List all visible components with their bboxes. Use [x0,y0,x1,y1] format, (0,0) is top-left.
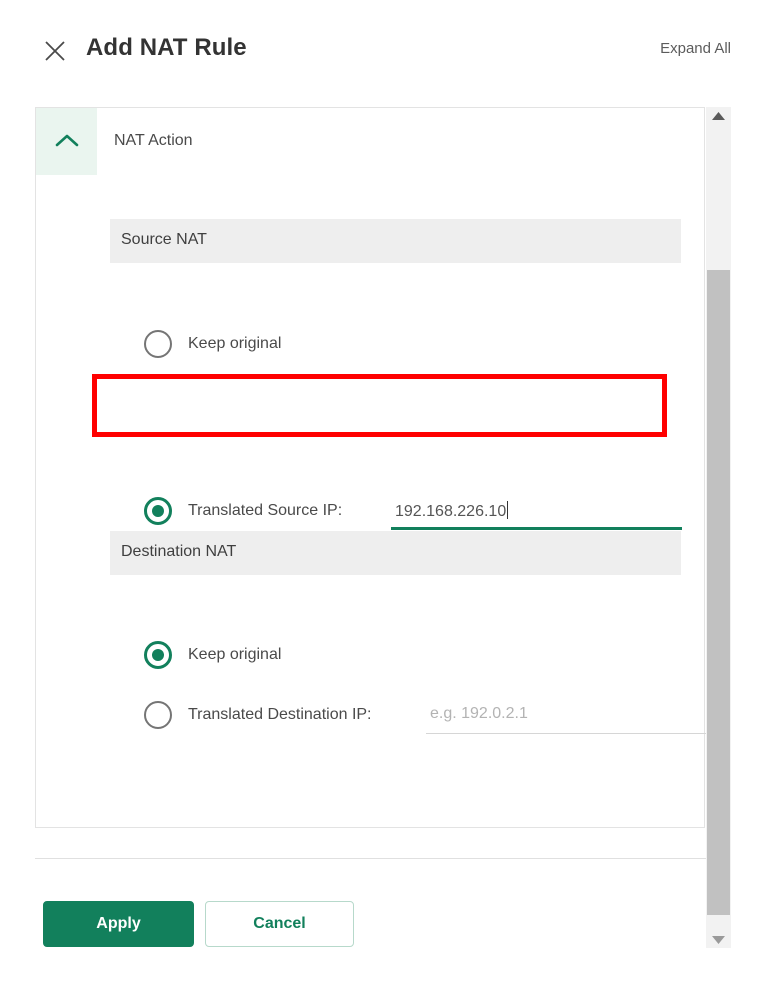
apply-button[interactable]: Apply [43,901,194,947]
destination-translated-ip-row[interactable]: Translated Destination IP: e.g. 192.0.2.… [110,695,717,735]
vertical-scrollbar[interactable] [706,107,731,948]
translated-source-ip-value: 192.168.226.10 [395,503,507,520]
source-translated-ip-radio[interactable] [144,497,172,525]
input-underline-focused [391,527,682,530]
source-keep-original-row[interactable]: Keep original [110,324,681,364]
scroll-up-button[interactable] [706,107,731,124]
destination-nat-header: Destination NAT [110,531,681,575]
source-keep-original-radio[interactable] [144,330,172,358]
nat-action-label: NAT Action [114,132,193,149]
scrollbar-thumb[interactable] [707,270,730,915]
nat-action-section-header: NAT Action [36,108,704,176]
cancel-button[interactable]: Cancel [205,901,354,947]
destination-nat-title: Destination NAT [121,543,237,560]
destination-keep-original-radio[interactable] [144,641,172,669]
nat-action-card: NAT Action Source NAT Keep original Tran… [35,107,717,828]
translated-destination-ip-input[interactable]: e.g. 192.0.2.1 [426,702,717,734]
input-underline [426,733,717,734]
translated-destination-ip-placeholder: e.g. 192.0.2.1 [430,705,528,722]
expand-all-link[interactable]: Expand All [660,40,731,57]
dialog-header: Add NAT Rule Expand All [0,0,770,96]
collapse-toggle-button[interactable] [36,108,97,175]
footer-divider [35,858,728,859]
destination-translated-ip-label: Translated Destination IP: [188,706,372,723]
destination-keep-original-label: Keep original [188,646,282,663]
translated-source-ip-input[interactable]: 192.168.226.10 [391,498,682,530]
source-translated-ip-label: Translated Source IP: [188,502,343,519]
scroll-down-button[interactable] [706,931,731,948]
destination-translated-ip-radio[interactable] [144,701,172,729]
source-translated-ip-row[interactable]: Translated Source IP: 192.168.226.10 [110,491,682,531]
source-nat-header: Source NAT [110,219,681,263]
destination-keep-original-row[interactable]: Keep original [110,635,681,675]
source-keep-original-label: Keep original [188,335,282,352]
text-caret [507,501,509,519]
page-title: Add NAT Rule [86,34,247,61]
source-nat-title: Source NAT [121,231,207,248]
close-icon[interactable] [42,38,68,64]
